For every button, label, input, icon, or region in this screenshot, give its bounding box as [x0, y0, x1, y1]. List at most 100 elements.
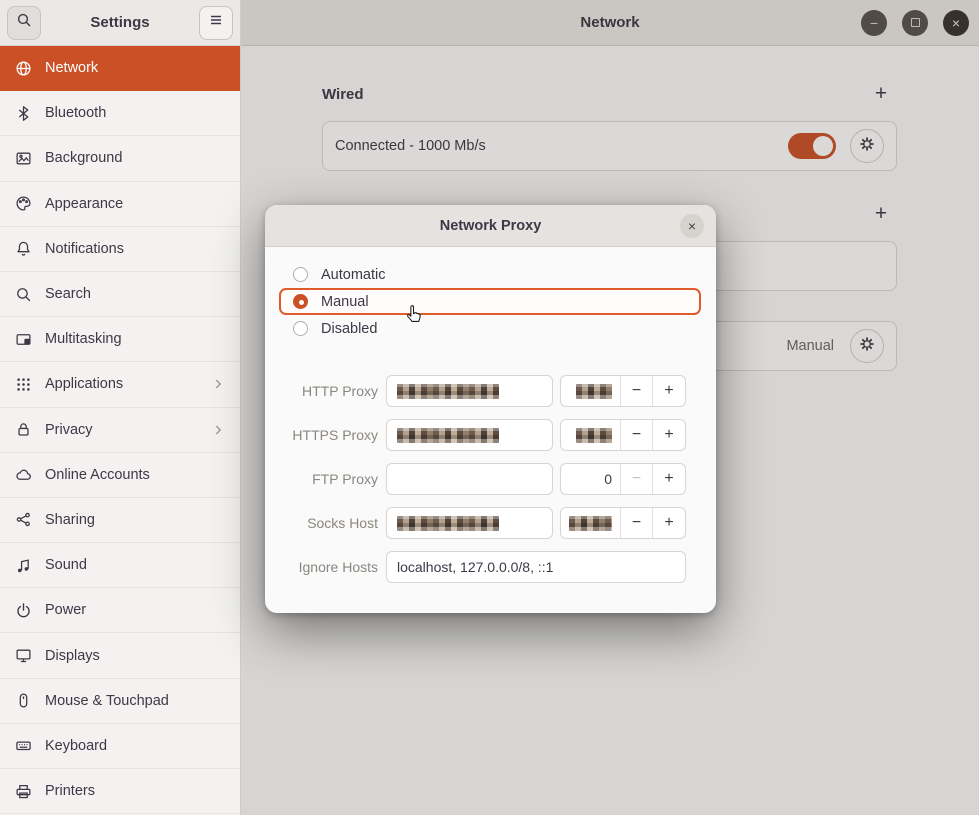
increment-button[interactable]: +	[653, 376, 685, 406]
port-value[interactable]	[561, 420, 621, 450]
app-title: Settings	[47, 14, 193, 31]
network-proxy-dialog: Network Proxy × Automatic Manual Disable…	[265, 205, 716, 613]
increment-button[interactable]: +	[653, 420, 685, 450]
sidebar-item-background[interactable]: Background	[0, 136, 240, 181]
ftp-proxy-port-spinner: 0 − +	[560, 463, 686, 495]
ftp-proxy-host-input[interactable]	[386, 463, 553, 495]
field-label: FTP Proxy	[275, 471, 378, 487]
sidebar-item-bluetooth[interactable]: Bluetooth	[0, 91, 240, 136]
radio-row-automatic[interactable]: Automatic	[279, 261, 701, 288]
decrement-button[interactable]: −	[621, 508, 653, 538]
port-value[interactable]	[561, 508, 621, 538]
sound-note-icon	[15, 557, 32, 574]
sidebar-headerbar: Settings	[0, 0, 240, 46]
sidebar-item-label: Network	[45, 60, 98, 76]
power-icon	[15, 602, 32, 619]
dialog-title: Network Proxy	[440, 218, 542, 234]
printer-icon	[15, 783, 32, 800]
sidebar-item-keyboard[interactable]: Keyboard	[0, 724, 240, 769]
sharing-nodes-icon	[15, 511, 32, 528]
field-label: HTTP Proxy	[275, 383, 378, 399]
sidebar-item-label: Mouse & Touchpad	[45, 693, 169, 709]
http-proxy-port-spinner: − +	[560, 375, 686, 407]
sidebar-item-label: Appearance	[45, 196, 123, 212]
hamburger-menu-icon	[208, 12, 224, 33]
background-photo-icon	[15, 150, 32, 167]
sidebar-item-label: Printers	[45, 783, 95, 799]
port-value[interactable]	[561, 376, 621, 406]
radio-unchecked-icon	[293, 321, 308, 336]
radio-label: Disabled	[321, 321, 377, 337]
privacy-lock-icon	[15, 421, 32, 438]
increment-button[interactable]: +	[653, 464, 685, 494]
sidebar-item-printers[interactable]: Printers	[0, 769, 240, 814]
multitasking-windows-icon	[15, 331, 32, 348]
https-proxy-row: HTTPS Proxy − +	[275, 419, 686, 451]
network-globe-icon	[15, 60, 32, 77]
radio-row-manual[interactable]: Manual	[279, 288, 701, 315]
masked-host-value	[397, 384, 499, 399]
radio-label: Manual	[321, 294, 369, 310]
masked-port-value	[576, 428, 612, 443]
sidebar-item-label: Displays	[45, 648, 100, 664]
dialog-close-button[interactable]: ×	[680, 214, 704, 238]
sidebar-item-appearance[interactable]: Appearance	[0, 182, 240, 227]
http-proxy-row: HTTP Proxy − +	[275, 375, 686, 407]
close-icon: ×	[688, 218, 696, 234]
http-proxy-host-input[interactable]	[386, 375, 553, 407]
sidebar-item-label: Power	[45, 602, 86, 618]
sidebar-item-label: Sharing	[45, 512, 95, 528]
decrement-button[interactable]: −	[621, 420, 653, 450]
radio-row-disabled[interactable]: Disabled	[279, 315, 701, 342]
sidebar-item-online-accounts[interactable]: Online Accounts	[0, 453, 240, 498]
ignore-hosts-input[interactable]: localhost, 127.0.0.0/8, ::1	[386, 551, 686, 583]
masked-port-value	[576, 384, 612, 399]
search-button[interactable]	[7, 6, 41, 40]
settings-window: Settings Network Bluetooth Background	[0, 0, 979, 815]
sidebar-item-applications[interactable]: Applications	[0, 362, 240, 407]
proxy-mode-options: Automatic Manual Disabled	[279, 261, 701, 342]
sidebar-item-label: Keyboard	[45, 738, 107, 754]
sidebar-item-displays[interactable]: Displays	[0, 633, 240, 678]
sidebar-item-notifications[interactable]: Notifications	[0, 227, 240, 272]
sidebar-item-privacy[interactable]: Privacy	[0, 408, 240, 453]
increment-button[interactable]: +	[653, 508, 685, 538]
sidebar-item-label: Notifications	[45, 241, 124, 257]
socks-port-spinner: − +	[560, 507, 686, 539]
sidebar-item-label: Sound	[45, 557, 87, 573]
search-icon	[15, 286, 32, 303]
notifications-bell-icon	[15, 240, 32, 257]
masked-host-value	[397, 516, 499, 531]
primary-menu-button[interactable]	[199, 6, 233, 40]
sidebar-item-label: Online Accounts	[45, 467, 150, 483]
online-accounts-cloud-icon	[15, 466, 32, 483]
decrement-button: −	[621, 464, 653, 494]
sidebar-item-label: Privacy	[45, 422, 93, 438]
sidebar-item-mouse-touchpad[interactable]: Mouse & Touchpad	[0, 679, 240, 724]
socks-host-input[interactable]	[386, 507, 553, 539]
radio-unchecked-icon	[293, 267, 308, 282]
field-label: HTTPS Proxy	[275, 427, 378, 443]
decrement-button[interactable]: −	[621, 376, 653, 406]
ftp-proxy-row: FTP Proxy 0 − +	[275, 463, 686, 495]
sidebar-item-sound[interactable]: Sound	[0, 543, 240, 588]
sidebar-item-sharing[interactable]: Sharing	[0, 498, 240, 543]
sidebar-item-network[interactable]: Network	[0, 46, 240, 91]
sidebar-item-power[interactable]: Power	[0, 588, 240, 633]
chevron-right-icon	[211, 377, 225, 391]
sidebar-item-multitasking[interactable]: Multitasking	[0, 317, 240, 362]
masked-host-value	[397, 428, 499, 443]
masked-port-value	[569, 516, 612, 531]
https-proxy-host-input[interactable]	[386, 419, 553, 451]
ignore-hosts-value: localhost, 127.0.0.0/8, ::1	[397, 559, 553, 575]
keyboard-icon	[15, 737, 32, 754]
mouse-cursor-pointer	[403, 303, 424, 326]
port-value[interactable]: 0	[561, 464, 621, 494]
radio-checked-icon	[293, 294, 308, 309]
sidebar-item-label: Bluetooth	[45, 105, 106, 121]
sidebar-item-search[interactable]: Search	[0, 272, 240, 317]
appearance-palette-icon	[15, 195, 32, 212]
search-icon	[16, 12, 32, 33]
ignore-hosts-row: Ignore Hosts localhost, 127.0.0.0/8, ::1	[275, 551, 686, 583]
sidebar-item-label: Multitasking	[45, 331, 122, 347]
